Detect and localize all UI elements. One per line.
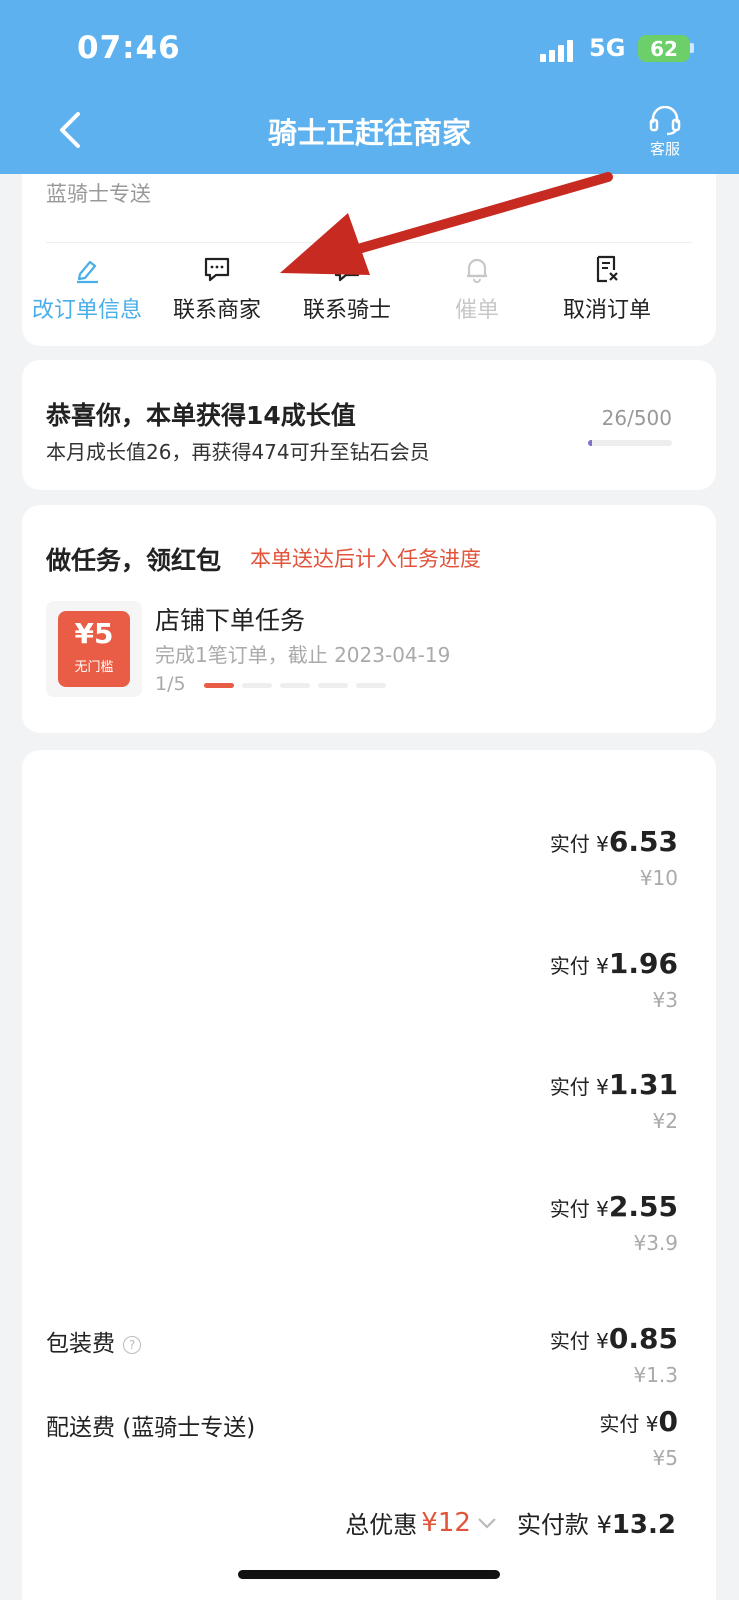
delivery-fee-label: 配送费 (蓝骑士专送) bbox=[46, 1415, 256, 1441]
item-pay: 实付 ¥2.55 bbox=[550, 1190, 678, 1223]
headset-icon bbox=[649, 106, 681, 136]
task-note: 本单送达后计入任务进度 bbox=[250, 547, 481, 571]
annotation-arrow bbox=[280, 172, 613, 275]
item-pay: 实付 ¥0 bbox=[599, 1405, 678, 1438]
task-progress-steps bbox=[204, 683, 394, 688]
task-progress-step bbox=[356, 683, 386, 688]
pay-label: 实付 ¥ bbox=[549, 832, 609, 856]
item-price: 实付 ¥1.96 ¥3 bbox=[550, 947, 678, 1012]
total-discount-label: 总优惠 bbox=[345, 1511, 418, 1539]
growth-count: 26/500 bbox=[601, 406, 672, 430]
task-progress-step bbox=[204, 683, 234, 688]
header: 07:46 5G 62 骑士正赶往商家 › 客服 bbox=[0, 0, 739, 174]
customer-service-label: 客服 bbox=[649, 140, 680, 158]
home-indicator[interactable] bbox=[238, 1570, 500, 1579]
item-original-price: ¥2 bbox=[652, 1109, 678, 1133]
item-pay: 实付 ¥6.53 bbox=[550, 825, 678, 858]
growth-subtitle: 本月成长值26，再获得474可升至钻石会员 bbox=[46, 440, 430, 464]
packaging-fee-price: 实付 ¥0.85 ¥1.3 bbox=[550, 1322, 678, 1387]
rider-type-label: 蓝骑士专送 bbox=[46, 182, 151, 206]
pay-amount: 1.96 bbox=[608, 947, 678, 980]
growth-progress-fill bbox=[588, 440, 593, 446]
edit-order-label: 改订单信息 bbox=[31, 298, 142, 323]
item-original-price: ¥3.9 bbox=[633, 1231, 678, 1255]
page-title[interactable]: 骑士正赶往商家 bbox=[0, 110, 739, 152]
growth-card[interactable]: 恭喜你，本单获得14成长值 本月成长值26，再获得474可升至钻石会员 26/5… bbox=[22, 360, 716, 490]
item-price: 实付 ¥2.55 ¥3.9 bbox=[550, 1190, 678, 1255]
total-paid-label: 实付款 ¥ bbox=[516, 1511, 612, 1539]
item-price: 实付 ¥6.53 ¥10 bbox=[550, 825, 678, 890]
contact-merchant-button[interactable]: 联系商家 bbox=[152, 254, 282, 324]
edit-order-button[interactable]: 改订单信息 bbox=[22, 254, 152, 324]
price-card: 实付 ¥6.53 ¥10 实付 ¥1.96 ¥3 实付 ¥1.31 ¥2 实付 … bbox=[22, 750, 716, 1600]
pay-label: 实付 ¥ bbox=[549, 1075, 609, 1099]
pay-label: 实付 ¥ bbox=[549, 954, 609, 978]
battery-level: 62 bbox=[650, 36, 678, 61]
pay-amount: 2.55 bbox=[608, 1190, 678, 1223]
contact-rider-label: 联系骑士 bbox=[302, 298, 391, 323]
growth-title: 恭喜你，本单获得14成长值 bbox=[46, 401, 356, 430]
contact-merchant-label: 联系商家 bbox=[172, 298, 261, 323]
item-price: 实付 ¥1.31 ¥2 bbox=[550, 1068, 678, 1133]
red-packet-icon: ¥5 无门槛 bbox=[58, 611, 130, 687]
total-paid: 实付款 ¥13.2 bbox=[517, 1505, 676, 1540]
signal-icon bbox=[540, 40, 576, 62]
network-type: 5G bbox=[589, 34, 626, 62]
edit-icon bbox=[77, 260, 98, 284]
coupon-thumbnail: ¥5 无门槛 bbox=[46, 601, 142, 697]
total-row: 总优惠 ¥12 实付款 ¥13.2 bbox=[345, 1505, 676, 1541]
item-original-price: ¥3 bbox=[652, 988, 678, 1012]
task-progress-step bbox=[280, 683, 310, 688]
coupon-label: 无门槛 bbox=[74, 660, 114, 675]
growth-progress-bar bbox=[588, 440, 672, 446]
help-icon[interactable]: ? bbox=[123, 1335, 141, 1354]
urge-order-label: 催单 bbox=[454, 298, 499, 323]
item-original-price: ¥1.3 bbox=[633, 1363, 678, 1387]
task-name[interactable]: 店铺下单任务 bbox=[155, 601, 305, 637]
item-original-price: ¥10 bbox=[639, 866, 678, 890]
task-heading: 做任务，领红包 bbox=[46, 546, 222, 575]
coupon-value: ¥5 bbox=[74, 617, 114, 650]
packaging-fee-label: 包装费? bbox=[46, 1324, 141, 1358]
task-progress-step bbox=[242, 683, 272, 688]
item-pay: 实付 ¥0.85 bbox=[550, 1322, 678, 1355]
pay-amount: 1.31 bbox=[608, 1068, 678, 1101]
cancel-order-label: 取消订单 bbox=[562, 298, 651, 323]
pay-amount: 0.85 bbox=[608, 1322, 678, 1355]
task-card: 做任务，领红包 本单送达后计入任务进度 ¥5 无门槛 店铺下单任务 完成1笔订单… bbox=[22, 505, 716, 733]
pay-label: 实付 ¥ bbox=[599, 1412, 659, 1436]
chevron-right-icon: › bbox=[442, 121, 450, 145]
item-pay: 实付 ¥1.31 bbox=[550, 1068, 678, 1101]
total-paid-amount: 13.2 bbox=[611, 1510, 676, 1540]
chat-icon bbox=[204, 257, 230, 282]
customer-service-button[interactable]: 客服 bbox=[640, 106, 690, 159]
delivery-fee-price: 实付 ¥0 ¥5 bbox=[599, 1405, 678, 1470]
total-discount-amount[interactable]: ¥12 bbox=[421, 1508, 471, 1538]
chevron-down-icon[interactable] bbox=[477, 1516, 497, 1530]
pay-amount: 0 bbox=[658, 1405, 678, 1438]
packaging-fee-text: 包装费 bbox=[46, 1331, 115, 1357]
battery-tip bbox=[690, 43, 694, 53]
item-pay: 实付 ¥1.96 bbox=[550, 947, 678, 980]
item-original-price: ¥5 bbox=[652, 1446, 678, 1470]
task-description: 完成1笔订单，截止 2023-04-19 bbox=[155, 643, 451, 667]
pay-amount: 6.53 bbox=[608, 825, 678, 858]
task-progress-text: 1/5 bbox=[155, 673, 186, 695]
task-progress-step bbox=[318, 683, 348, 688]
pay-label: 实付 ¥ bbox=[549, 1197, 609, 1221]
battery-icon: 62 bbox=[638, 35, 690, 62]
pay-label: 实付 ¥ bbox=[549, 1329, 609, 1353]
status-time: 07:46 bbox=[77, 30, 181, 66]
